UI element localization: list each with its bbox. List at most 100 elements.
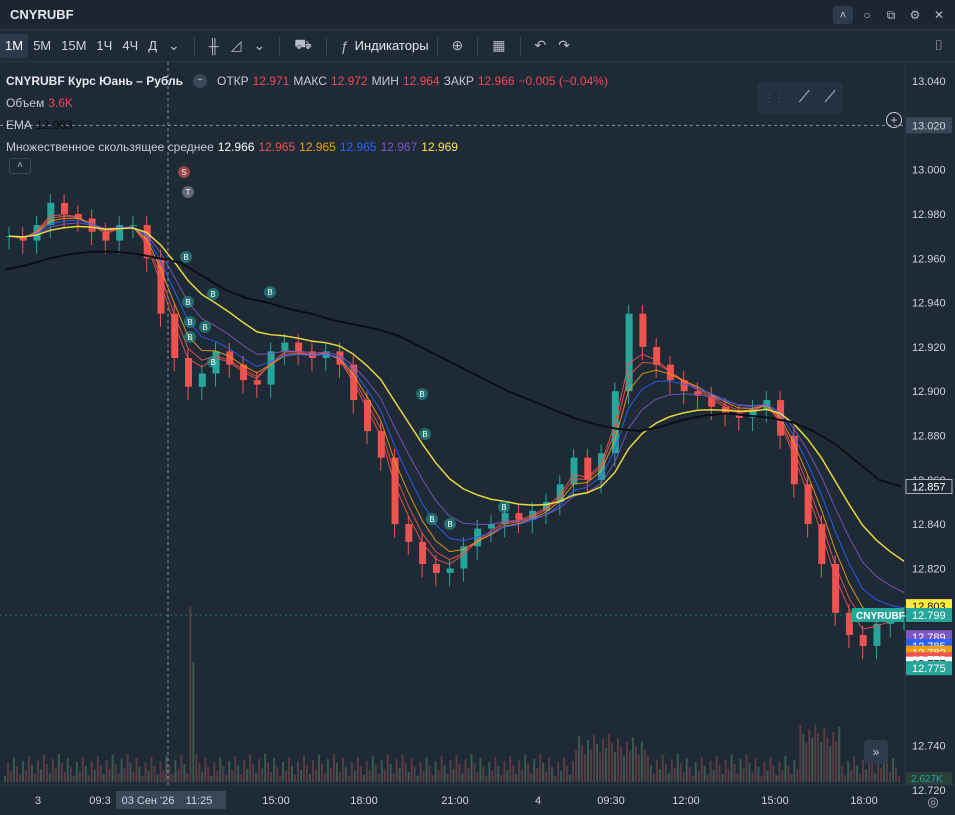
volume-bar <box>530 773 533 782</box>
volume-bar <box>246 769 249 782</box>
time-settings-icon[interactable]: ◎ <box>924 794 942 812</box>
volume-bar <box>332 754 335 782</box>
scroll-to-latest-button[interactable]: » <box>864 740 888 764</box>
volume-bar <box>201 772 204 782</box>
ray-line-icon[interactable]: ⟋ <box>825 89 836 107</box>
volume-bar <box>353 771 356 782</box>
close-icon[interactable]: ✕ <box>929 6 949 24</box>
add-alert-icon[interactable]: + <box>886 112 902 128</box>
volume-bar <box>751 772 754 782</box>
volume-bar <box>317 755 320 782</box>
volume-bar <box>135 758 138 782</box>
volume-bar <box>518 760 521 782</box>
volume-bar <box>781 770 784 782</box>
volume-bar <box>392 773 395 782</box>
window-titlebar: CNYRUBF ˄ ○ ⧉ ⚙ ✕ <box>0 0 955 30</box>
volume-bar <box>12 757 15 782</box>
price-chart[interactable]: STBBBBBB BBBBBBB13.04013.02013.00012.9801… <box>0 62 955 815</box>
x-tick-label: 15:00 <box>761 795 789 807</box>
candle-body <box>185 358 192 387</box>
volume-bar <box>425 757 428 782</box>
volume-bar <box>294 775 297 782</box>
chart-type-chevron-icon[interactable]: ⌄ <box>247 37 271 54</box>
volume-bar <box>446 774 449 782</box>
add-circle-icon[interactable]: ⊕ <box>446 37 470 54</box>
volume-bar <box>174 760 177 782</box>
volume-bar <box>42 755 45 782</box>
timeframe-1m[interactable]: 1М <box>0 33 29 58</box>
indicators-button[interactable]: Индикаторы <box>355 38 429 53</box>
chevron-down-icon[interactable]: ⌄ <box>162 37 186 54</box>
volume-bar <box>682 772 685 782</box>
volume-bar <box>802 734 805 782</box>
volume-bar <box>4 776 6 782</box>
camera-icon[interactable]: ⌷ <box>929 37 949 54</box>
restore-icon[interactable]: ○ <box>857 6 877 24</box>
candle-body <box>47 202 55 226</box>
volume-bar <box>703 766 706 782</box>
popout-icon[interactable]: ⧉ <box>881 6 901 24</box>
volume-bar <box>488 762 491 782</box>
volume-bar <box>93 770 96 782</box>
volume-bar <box>303 756 305 782</box>
volume-bar <box>670 759 673 782</box>
drag-handle-icon[interactable]: ⋮⋮ <box>764 93 784 104</box>
volume-bar <box>288 757 291 782</box>
volume-bar <box>658 769 661 782</box>
redo-icon[interactable]: ↷ <box>552 37 576 54</box>
volume-bar <box>39 769 42 782</box>
minus-icon[interactable]: − <box>192 74 207 88</box>
toolbar-divider <box>519 36 521 55</box>
buy-marker-label: B <box>419 390 424 399</box>
volume-bar <box>706 775 709 782</box>
volume-bar <box>880 768 883 782</box>
volume-bar <box>126 754 129 782</box>
candle-body <box>281 342 289 352</box>
cart-icon[interactable]: ⛟ <box>288 36 318 55</box>
volume-bar <box>150 757 153 782</box>
chevron-up-icon[interactable]: ˄ <box>833 6 853 24</box>
timeframe-1h[interactable]: 1Ч <box>91 34 117 58</box>
timeframe-15m[interactable]: 15М <box>56 34 91 58</box>
volume-bar <box>619 747 622 782</box>
volume-bar <box>132 772 135 782</box>
volume-bar <box>709 761 712 782</box>
volume-bar <box>859 774 862 782</box>
volume-bar <box>793 760 796 782</box>
candles-icon[interactable]: ╫ <box>203 38 225 54</box>
volume-bar <box>494 757 497 782</box>
undo-icon[interactable]: ↶ <box>529 37 553 54</box>
layout-grid-icon[interactable]: ▦ <box>486 37 511 54</box>
volume-bar <box>844 775 847 782</box>
volume-bar <box>416 776 419 782</box>
volume-bar <box>461 773 464 782</box>
volume-bar <box>186 773 189 782</box>
volume-bar <box>898 776 901 782</box>
volume-bar <box>500 775 503 782</box>
chart-toolbar: 1М 5М 15М 1Ч 4Ч Д ⌄ ╫ ◿ ⌄ ⛟ ƒ Индикаторы… <box>0 30 955 62</box>
volume-bar <box>105 760 108 782</box>
area-chart-icon[interactable]: ◿ <box>225 37 248 54</box>
volume-bar <box>69 767 72 782</box>
timeframe-5m[interactable]: 5М <box>28 34 56 58</box>
volume-bar <box>6 762 9 782</box>
volume-bar <box>165 756 168 782</box>
settings-icon[interactable]: ⚙ <box>905 6 925 24</box>
window-title: CNYRUBF <box>10 7 74 22</box>
volume-bar <box>359 766 362 782</box>
function-icon[interactable]: ƒ <box>335 38 355 54</box>
timeframe-4h[interactable]: 4Ч <box>117 34 143 58</box>
volume-bar <box>225 775 228 782</box>
legend-ema-row: EMA 12.963 <box>6 114 608 136</box>
collapse-legend-button[interactable]: ˄ <box>9 158 31 174</box>
x-tick-label: 09:3 <box>89 795 110 807</box>
trend-line-icon[interactable]: ⟋ <box>799 89 810 107</box>
volume-bar <box>320 764 323 782</box>
high-label: МАКС <box>293 74 327 88</box>
volume-bar <box>18 775 21 782</box>
volume-bar <box>291 766 294 782</box>
volume-bar <box>892 758 895 782</box>
timeframe-day[interactable]: Д <box>143 34 162 58</box>
volume-bar <box>120 759 123 782</box>
volume-bar <box>156 775 159 782</box>
